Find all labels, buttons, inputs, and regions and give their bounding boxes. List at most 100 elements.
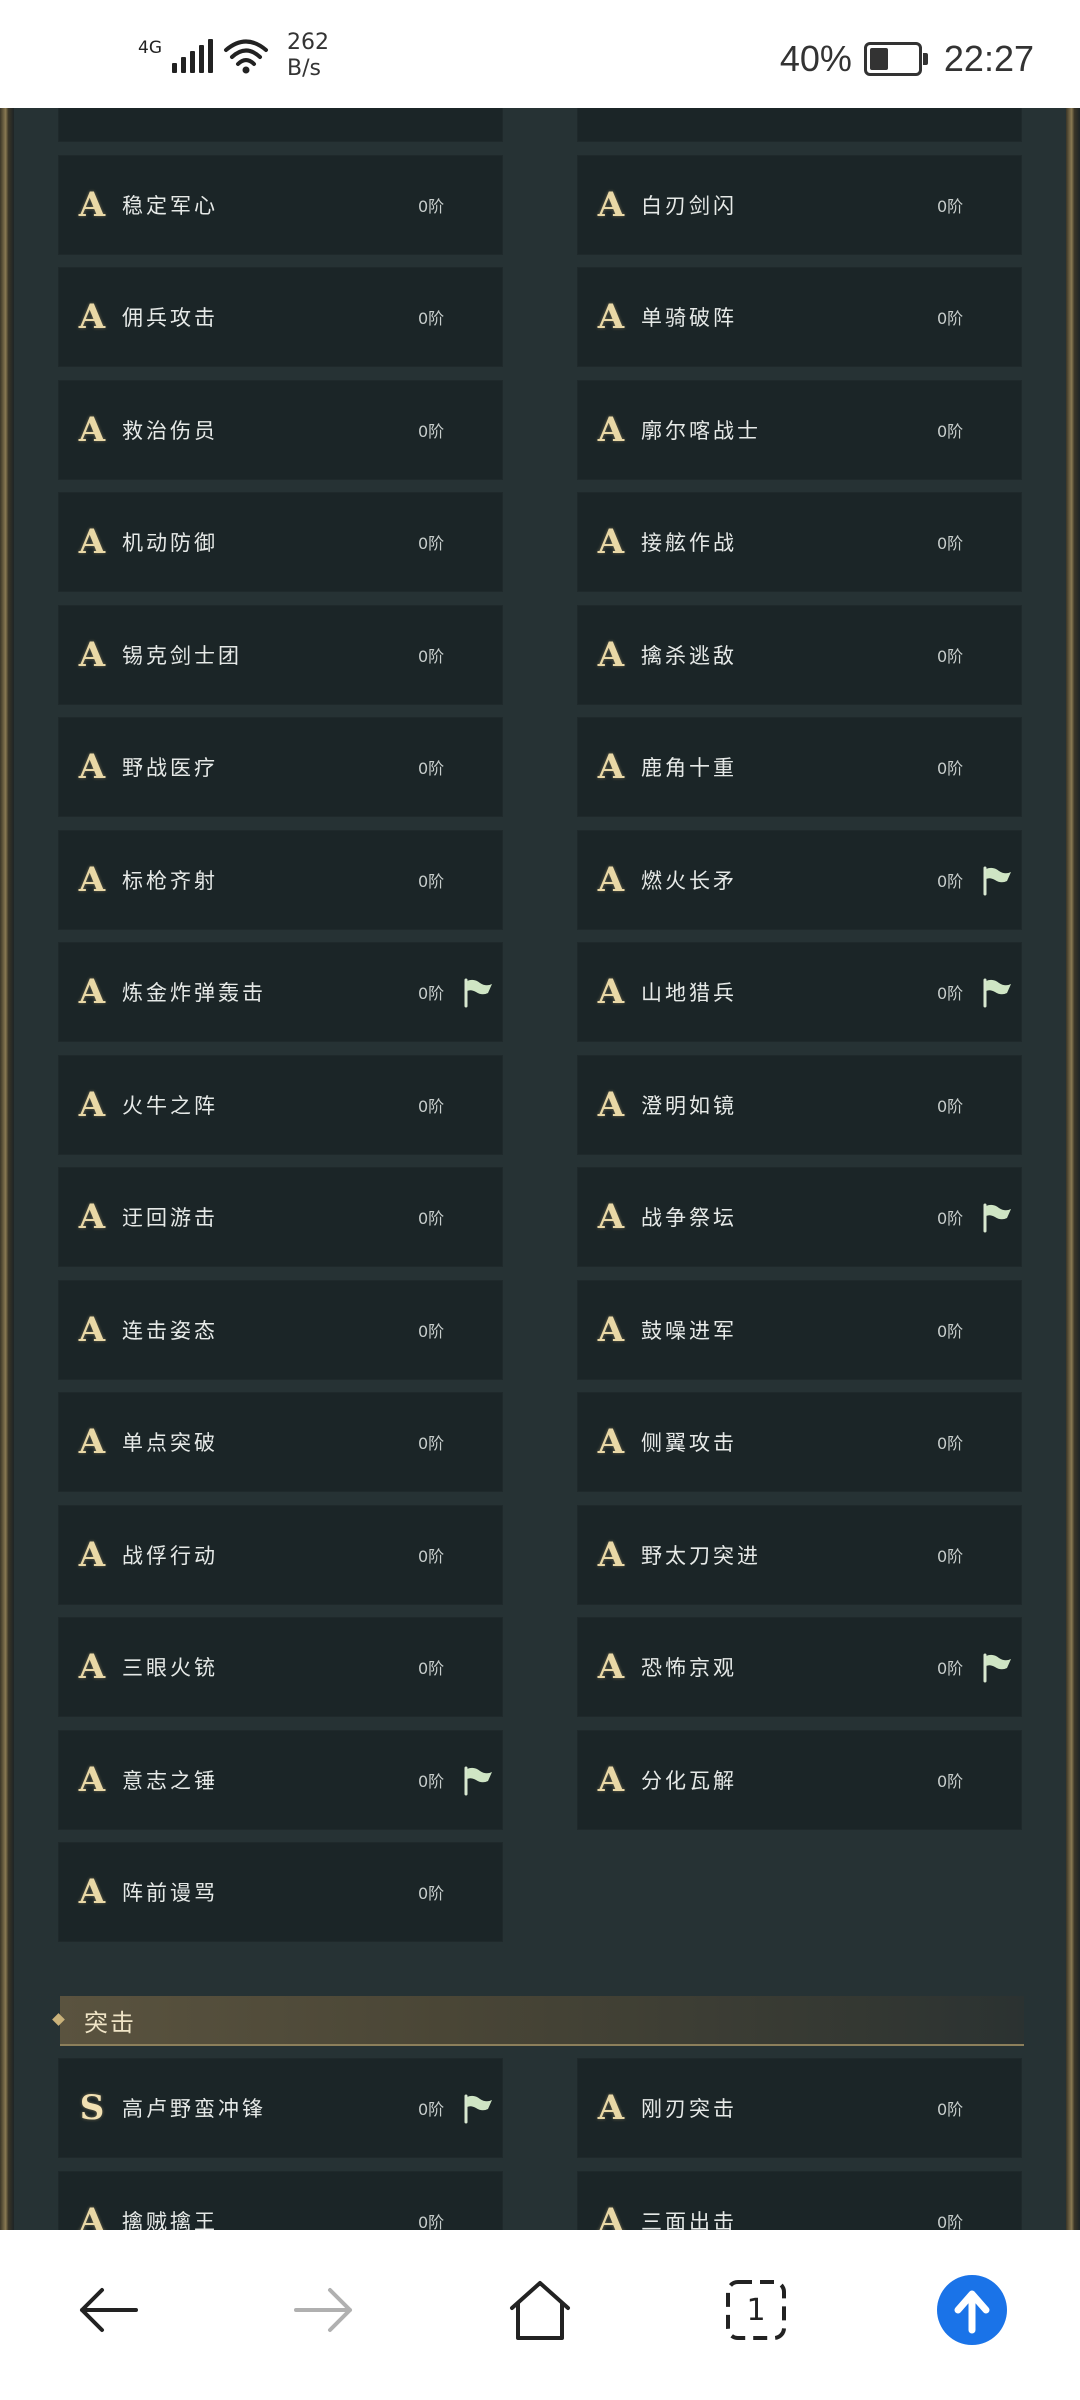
skill-card[interactable]: S 高卢野蛮冲锋 0阶 [58,2058,503,2158]
skill-name: 恐怖京观 [641,1656,737,1680]
skill-card[interactable]: A发射火矢0阶 [577,108,1022,142]
tabs-button[interactable]: 1 [718,2272,794,2348]
skill-card[interactable]: A 标枪齐射 0阶 [58,829,503,930]
rank-badge: A [597,522,625,562]
rank-badge: A [78,522,106,562]
skill-card[interactable]: A 鹿角十重 0阶 [577,717,1022,817]
skill-name: 分化瓦解 [641,1768,737,1793]
rank-badge: A [597,1534,625,1575]
rank-badge: A [78,972,106,1012]
skill-card[interactable]: A 山地猎兵 0阶 [577,942,1022,1042]
skill-name: 白刃剑闪 [641,193,737,218]
skill-card[interactable]: A 佣兵攻击 0阶 [58,267,503,367]
battery-icon [863,42,928,76]
skill-name: 火牛之阵 [122,1093,218,1118]
skill-name: 廓尔喀战士 [641,418,761,443]
skill-name: 侧翼攻击 [641,1431,737,1455]
skill-card[interactable]: A 澄明如镜 0阶 [577,1054,1022,1155]
skill-card[interactable]: A 单骑破阵 0阶 [577,267,1022,367]
forward-button[interactable] [286,2272,362,2348]
skill-name: 澄明如镜 [641,1093,737,1118]
battery-fill [869,48,889,70]
skill-card[interactable]: A 迂回游击 0阶 [58,1167,503,1267]
rank-badge: A [78,1309,106,1350]
rank-badge: A [78,1084,106,1125]
skill-name: 擒贼擒王 [122,2209,218,2231]
skill-tier: 0阶 [937,1771,964,1791]
skill-card[interactable]: A 意志之锤 0阶 [58,1729,503,1830]
skills-page[interactable]: A破袭敌阵0阶 A发射火矢0阶 A 稳定军心 0阶 A 白刃剑闪 0阶 A 佣兵攻击 0阶 A 单骑破阵… [0,108,1080,2230]
skill-card[interactable]: A 单点突破 0阶 [58,1392,503,1492]
skill-card[interactable]: A 白刃剑闪 0阶 [577,154,1022,255]
rank-badge: A [597,184,625,225]
skill-card[interactable]: A 鼓噪进军 0阶 [577,1279,1022,1380]
rank-badge: A [597,747,625,787]
skill-name: 刚刃突击 [641,2097,737,2121]
skill-tier: 0阶 [937,196,964,216]
skill-tier: 0阶 [418,421,445,441]
skill-card[interactable]: A 恐怖京观 0阶 [577,1617,1022,1717]
skill-card[interactable]: A 三面出击 0阶 [577,2170,1022,2231]
skill-card[interactable]: A 侧翼攻击 0阶 [577,1392,1022,1492]
skill-card[interactable]: A 火牛之阵 0阶 [58,1054,503,1155]
skill-tier: 0阶 [937,1096,964,1116]
network-type: 4G [138,38,162,58]
skill-card[interactable]: A 野战医疗 0阶 [58,717,503,817]
rank-badge: A [78,184,106,225]
rank-badge: A [597,1309,625,1350]
skill-tier: 0阶 [418,759,445,778]
skill-name: 战争祭坛 [641,1206,737,1230]
rank-badge: A [597,409,625,450]
scroll-to-top-icon [937,2275,1007,2345]
skill-card[interactable]: A 分化瓦解 0阶 [577,1729,1022,1830]
rank-badge: A [78,747,106,787]
back-arrow-icon [80,2288,138,2332]
skill-card[interactable]: A 燃火长矛 0阶 [577,829,1022,930]
skill-tier: 0阶 [418,1884,445,1903]
skill-card[interactable]: A 三眼火铳 0阶 [58,1617,503,1717]
skill-tier: 0阶 [418,534,445,553]
rank-badge: A [597,2088,625,2128]
skill-tier: 0阶 [937,871,964,891]
skill-card[interactable]: A 刚刃突击 0阶 [577,2058,1022,2158]
home-button[interactable] [502,2272,578,2348]
skill-card[interactable]: A 连击姿态 0阶 [58,1279,503,1380]
rank-badge: A [78,409,106,450]
rank-badge: A [78,2200,106,2231]
rank-badge: A [597,1084,625,1125]
skill-name: 稳定军心 [122,193,218,218]
skill-card[interactable]: A 阵前谩骂 0阶 [58,1842,503,1942]
status-bar: 4G 262 B/s 40% 22:27 [0,0,1080,108]
rank-badge: A [597,634,625,675]
skill-card[interactable]: A 野太刀突进 0阶 [577,1504,1022,1605]
back-button[interactable] [70,2272,146,2348]
skill-tier: 0阶 [418,984,445,1003]
skill-tier: 0阶 [418,2212,445,2231]
skill-card[interactable]: A 机动防御 0阶 [58,492,503,592]
skill-tier: 0阶 [937,646,964,666]
skill-tier: 0阶 [937,1434,964,1453]
skill-card[interactable]: A 救治伤员 0阶 [58,379,503,480]
skill-tier: 0阶 [418,2100,445,2119]
frame-border-left [0,108,14,2230]
skill-card[interactable]: A 擒贼擒王 0阶 [58,2170,503,2231]
skill-card[interactable]: A 战争祭坛 0阶 [577,1167,1022,1267]
skill-card[interactable]: A 擒杀逃敌 0阶 [577,604,1022,705]
browser-navbar: 1 [0,2230,1080,2400]
section-header-assault: 突击 [52,1996,1024,2046]
skills-grid: A破袭敌阵0阶 A发射火矢0阶 A 稳定军心 0阶 A 白刃剑闪 0阶 A 佣兵攻击 0阶 A 单骑破阵… [58,108,1022,1942]
rank-badge: A [597,2200,625,2231]
skill-card[interactable]: A 炼金炸弹轰击 0阶 [58,942,503,1042]
rank-badge: A [78,1872,106,1912]
flag-icon [983,978,1011,1008]
skill-card[interactable]: A 廓尔喀战士 0阶 [577,379,1022,480]
skill-card[interactable]: A 锡克剑士团 0阶 [58,604,503,705]
flag-icon [983,1203,1011,1233]
skill-card[interactable]: A破袭敌阵0阶 [58,108,503,142]
skill-card[interactable]: A 稳定军心 0阶 [58,154,503,255]
scroll-to-top-button[interactable] [934,2272,1010,2348]
skill-name: 三眼火铳 [122,1656,218,1680]
skill-name: 野太刀突进 [641,1543,761,1568]
skill-card[interactable]: A 战俘行动 0阶 [58,1504,503,1605]
skill-card[interactable]: A 接舷作战 0阶 [577,492,1022,592]
